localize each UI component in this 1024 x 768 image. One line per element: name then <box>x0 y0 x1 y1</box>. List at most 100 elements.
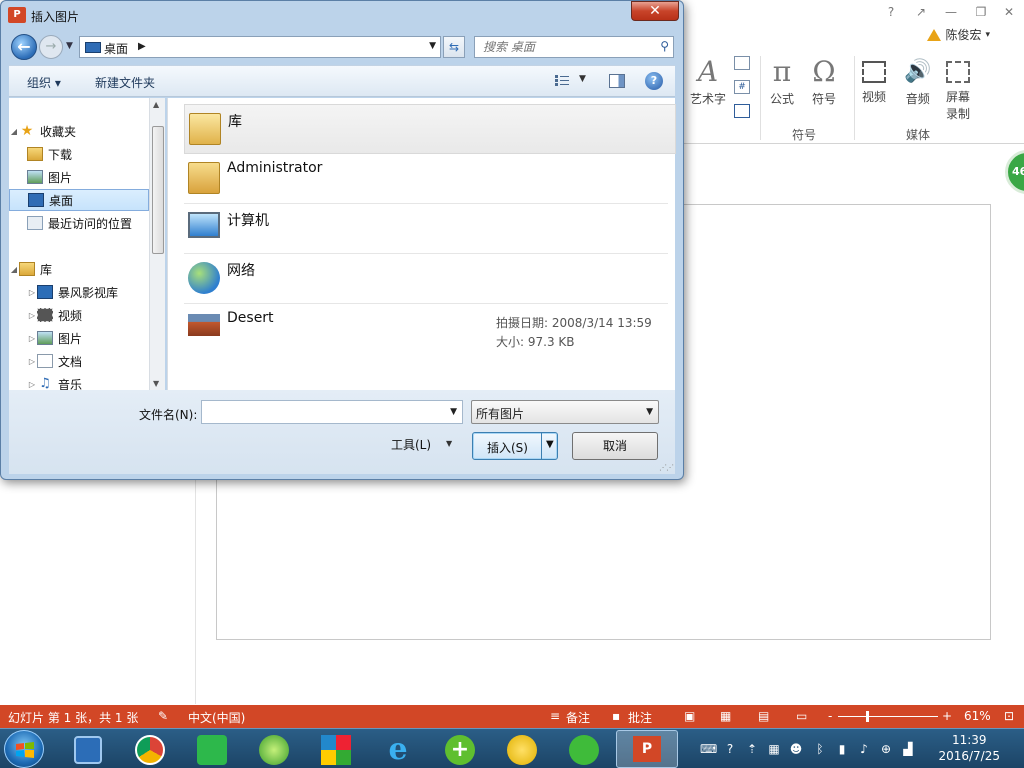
search-icon[interactable]: ⚲ <box>660 39 669 53</box>
scroll-down-icon[interactable]: ▼ <box>153 379 159 388</box>
expand-arrow-icon[interactable]: ▷ <box>27 357 37 366</box>
filename-field[interactable]: ▼ <box>201 400 463 424</box>
back-button[interactable]: ← <box>11 34 37 60</box>
taskbar-360-icon[interactable] <box>248 732 300 768</box>
fit-slide-icon[interactable]: ⊡ <box>1004 709 1014 723</box>
resize-grip-icon[interactable]: ⋰⋰ <box>659 463 674 472</box>
help-icon[interactable]: ? <box>645 72 663 90</box>
nav-item-downloads[interactable]: 下载 <box>27 143 164 165</box>
file-type-select[interactable]: 所有图片 ▼ <box>471 400 659 424</box>
taskbar-wechat-icon[interactable] <box>558 732 610 768</box>
plus-tray-icon[interactable]: ⊕ <box>878 741 894 757</box>
spellcheck-icon[interactable]: ✎ <box>158 709 168 723</box>
account-menu[interactable]: 陈俊宏 ▾ <box>927 26 990 43</box>
expand-arrow-icon[interactable]: ◢ <box>9 127 19 136</box>
screen-record-button[interactable]: 屏幕 录制 <box>946 54 970 122</box>
language-label[interactable]: 中文(中国) <box>188 709 245 726</box>
sorter-view-icon[interactable]: ▦ <box>720 709 731 723</box>
breadcrumb-arrow-icon[interactable]: ▶ <box>138 41 146 52</box>
zoom-percent[interactable]: 61% <box>964 709 991 723</box>
file-item-libraries[interactable]: 库 <box>184 104 676 154</box>
normal-view-icon[interactable]: ▣ <box>684 709 695 723</box>
minimize-button[interactable]: — <box>940 4 962 20</box>
expand-arrow-icon[interactable]: ◢ <box>9 265 19 274</box>
dialog-titlebar[interactable]: P 插入图片 ✕ <box>1 1 683 31</box>
expand-arrow-icon[interactable]: ▷ <box>27 380 37 389</box>
nav-item-favorites[interactable]: ◢ ★ 收藏夹 <box>9 120 149 142</box>
network-icon[interactable]: ▟ <box>900 741 916 757</box>
nav-item-storm[interactable]: ▷ 暴风影视库 <box>27 281 164 303</box>
insert-dropdown-icon[interactable]: ▼ <box>546 439 554 450</box>
taskbar-chrome-icon[interactable] <box>124 732 176 768</box>
new-folder-button[interactable]: 新建文件夹 <box>95 74 155 91</box>
comments-button[interactable]: 批注 <box>628 709 652 726</box>
taskbar-plus-icon[interactable]: + <box>434 732 486 768</box>
notes-button[interactable]: 备注 <box>566 709 590 726</box>
insert-button[interactable]: 插入(S) ▼ <box>472 432 558 460</box>
date-time-icon[interactable] <box>734 56 750 70</box>
nav-item-libraries[interactable]: ◢ 库 <box>9 258 149 280</box>
nav-item-pictures-library[interactable]: ▷ 图片 <box>27 327 164 349</box>
preview-pane-icon[interactable] <box>609 74 625 88</box>
nav-item-desktop[interactable]: 桌面 <box>9 189 149 211</box>
nav-item-music[interactable]: ▷ ♫ 音乐 <box>27 373 164 391</box>
close-button[interactable]: ✕ <box>998 4 1020 20</box>
nav-item-recent[interactable]: 最近访问的位置 <box>27 212 164 234</box>
taskbar-music-icon[interactable] <box>496 732 548 768</box>
nav-item-pictures[interactable]: 图片 <box>27 166 164 188</box>
view-dropdown-icon[interactable]: ▼ <box>579 74 586 84</box>
scrollbar-thumb[interactable] <box>152 126 164 254</box>
taskbar-ie-icon[interactable]: e <box>372 732 424 768</box>
address-bar[interactable]: 桌面 ▶ ▼ <box>79 36 441 58</box>
reading-view-icon[interactable]: ▤ <box>758 709 769 723</box>
address-location[interactable]: 桌面 <box>104 40 128 57</box>
expand-arrow-icon[interactable]: ▷ <box>27 288 37 297</box>
file-item-desert[interactable]: Desert 拍摄日期: 2008/3/14 13:59 大小: 97.3 KB <box>184 304 668 354</box>
restore-button[interactable]: ❐ <box>970 4 992 20</box>
object-icon[interactable] <box>734 104 750 118</box>
taskbar-powerpoint-button[interactable]: P <box>616 730 678 768</box>
zoom-slider-thumb[interactable] <box>866 711 869 722</box>
help-icon[interactable]: ? <box>880 4 902 20</box>
slide-number-icon[interactable]: # <box>734 80 750 94</box>
organize-button[interactable]: 组织 ▾ <box>27 74 61 91</box>
file-item-computer[interactable]: 计算机 <box>184 204 668 254</box>
app-icon[interactable]: ▦ <box>766 741 782 757</box>
zoom-out-button[interactable]: - <box>828 709 832 723</box>
audio-button[interactable]: 🔊 音频 <box>904 54 931 107</box>
bluetooth-icon[interactable]: ᛒ <box>812 741 828 757</box>
volume-icon[interactable]: ♪ <box>856 741 872 757</box>
keyboard-icon[interactable]: ⌨ <box>700 741 717 757</box>
symbol-button[interactable]: Ω 符号 <box>812 54 836 107</box>
cancel-button[interactable]: 取消 <box>572 432 658 460</box>
video-button[interactable]: 视频 <box>862 54 886 105</box>
expand-arrow-icon[interactable]: ▷ <box>27 334 37 343</box>
file-item-administrator[interactable]: Administrator <box>184 154 668 204</box>
filename-input[interactable] <box>202 401 442 423</box>
history-dropdown-icon[interactable]: ▼ <box>66 41 73 51</box>
nav-scrollbar[interactable]: ▲ ▼ <box>149 98 165 390</box>
tools-button[interactable]: 工具(L) <box>391 436 431 453</box>
search-box[interactable]: ⚲ <box>474 36 674 58</box>
view-options-icon[interactable] <box>555 75 569 87</box>
zoom-in-button[interactable]: + <box>942 709 952 723</box>
forward-button[interactable]: → <box>39 35 63 59</box>
taskbar-green-app-icon[interactable] <box>186 732 238 768</box>
expand-arrow-icon[interactable]: ▷ <box>27 311 37 320</box>
chevron-down-icon[interactable]: ▼ <box>646 407 653 417</box>
nav-item-documents[interactable]: ▷ 文档 <box>27 350 164 372</box>
art-text-button[interactable]: A 艺术字 <box>690 54 726 107</box>
taskbar-storm-icon[interactable] <box>62 732 114 768</box>
scroll-up-icon[interactable]: ▲ <box>153 100 159 109</box>
user-icon[interactable]: ☻ <box>788 741 804 757</box>
clock[interactable]: 11:39 2016/7/25 <box>938 732 1000 764</box>
address-dropdown-icon[interactable]: ▼ <box>429 41 436 51</box>
slideshow-icon[interactable]: ▭ <box>796 709 807 723</box>
device-icon[interactable]: ▮ <box>834 741 850 757</box>
tools-dropdown-icon[interactable]: ▼ <box>446 439 452 448</box>
close-button[interactable]: ✕ <box>631 1 679 21</box>
zoom-slider[interactable] <box>838 716 938 717</box>
nav-item-videos[interactable]: ▷ 视频 <box>27 304 164 326</box>
formula-button[interactable]: π 公式 <box>770 54 794 107</box>
start-button[interactable] <box>4 730 44 768</box>
